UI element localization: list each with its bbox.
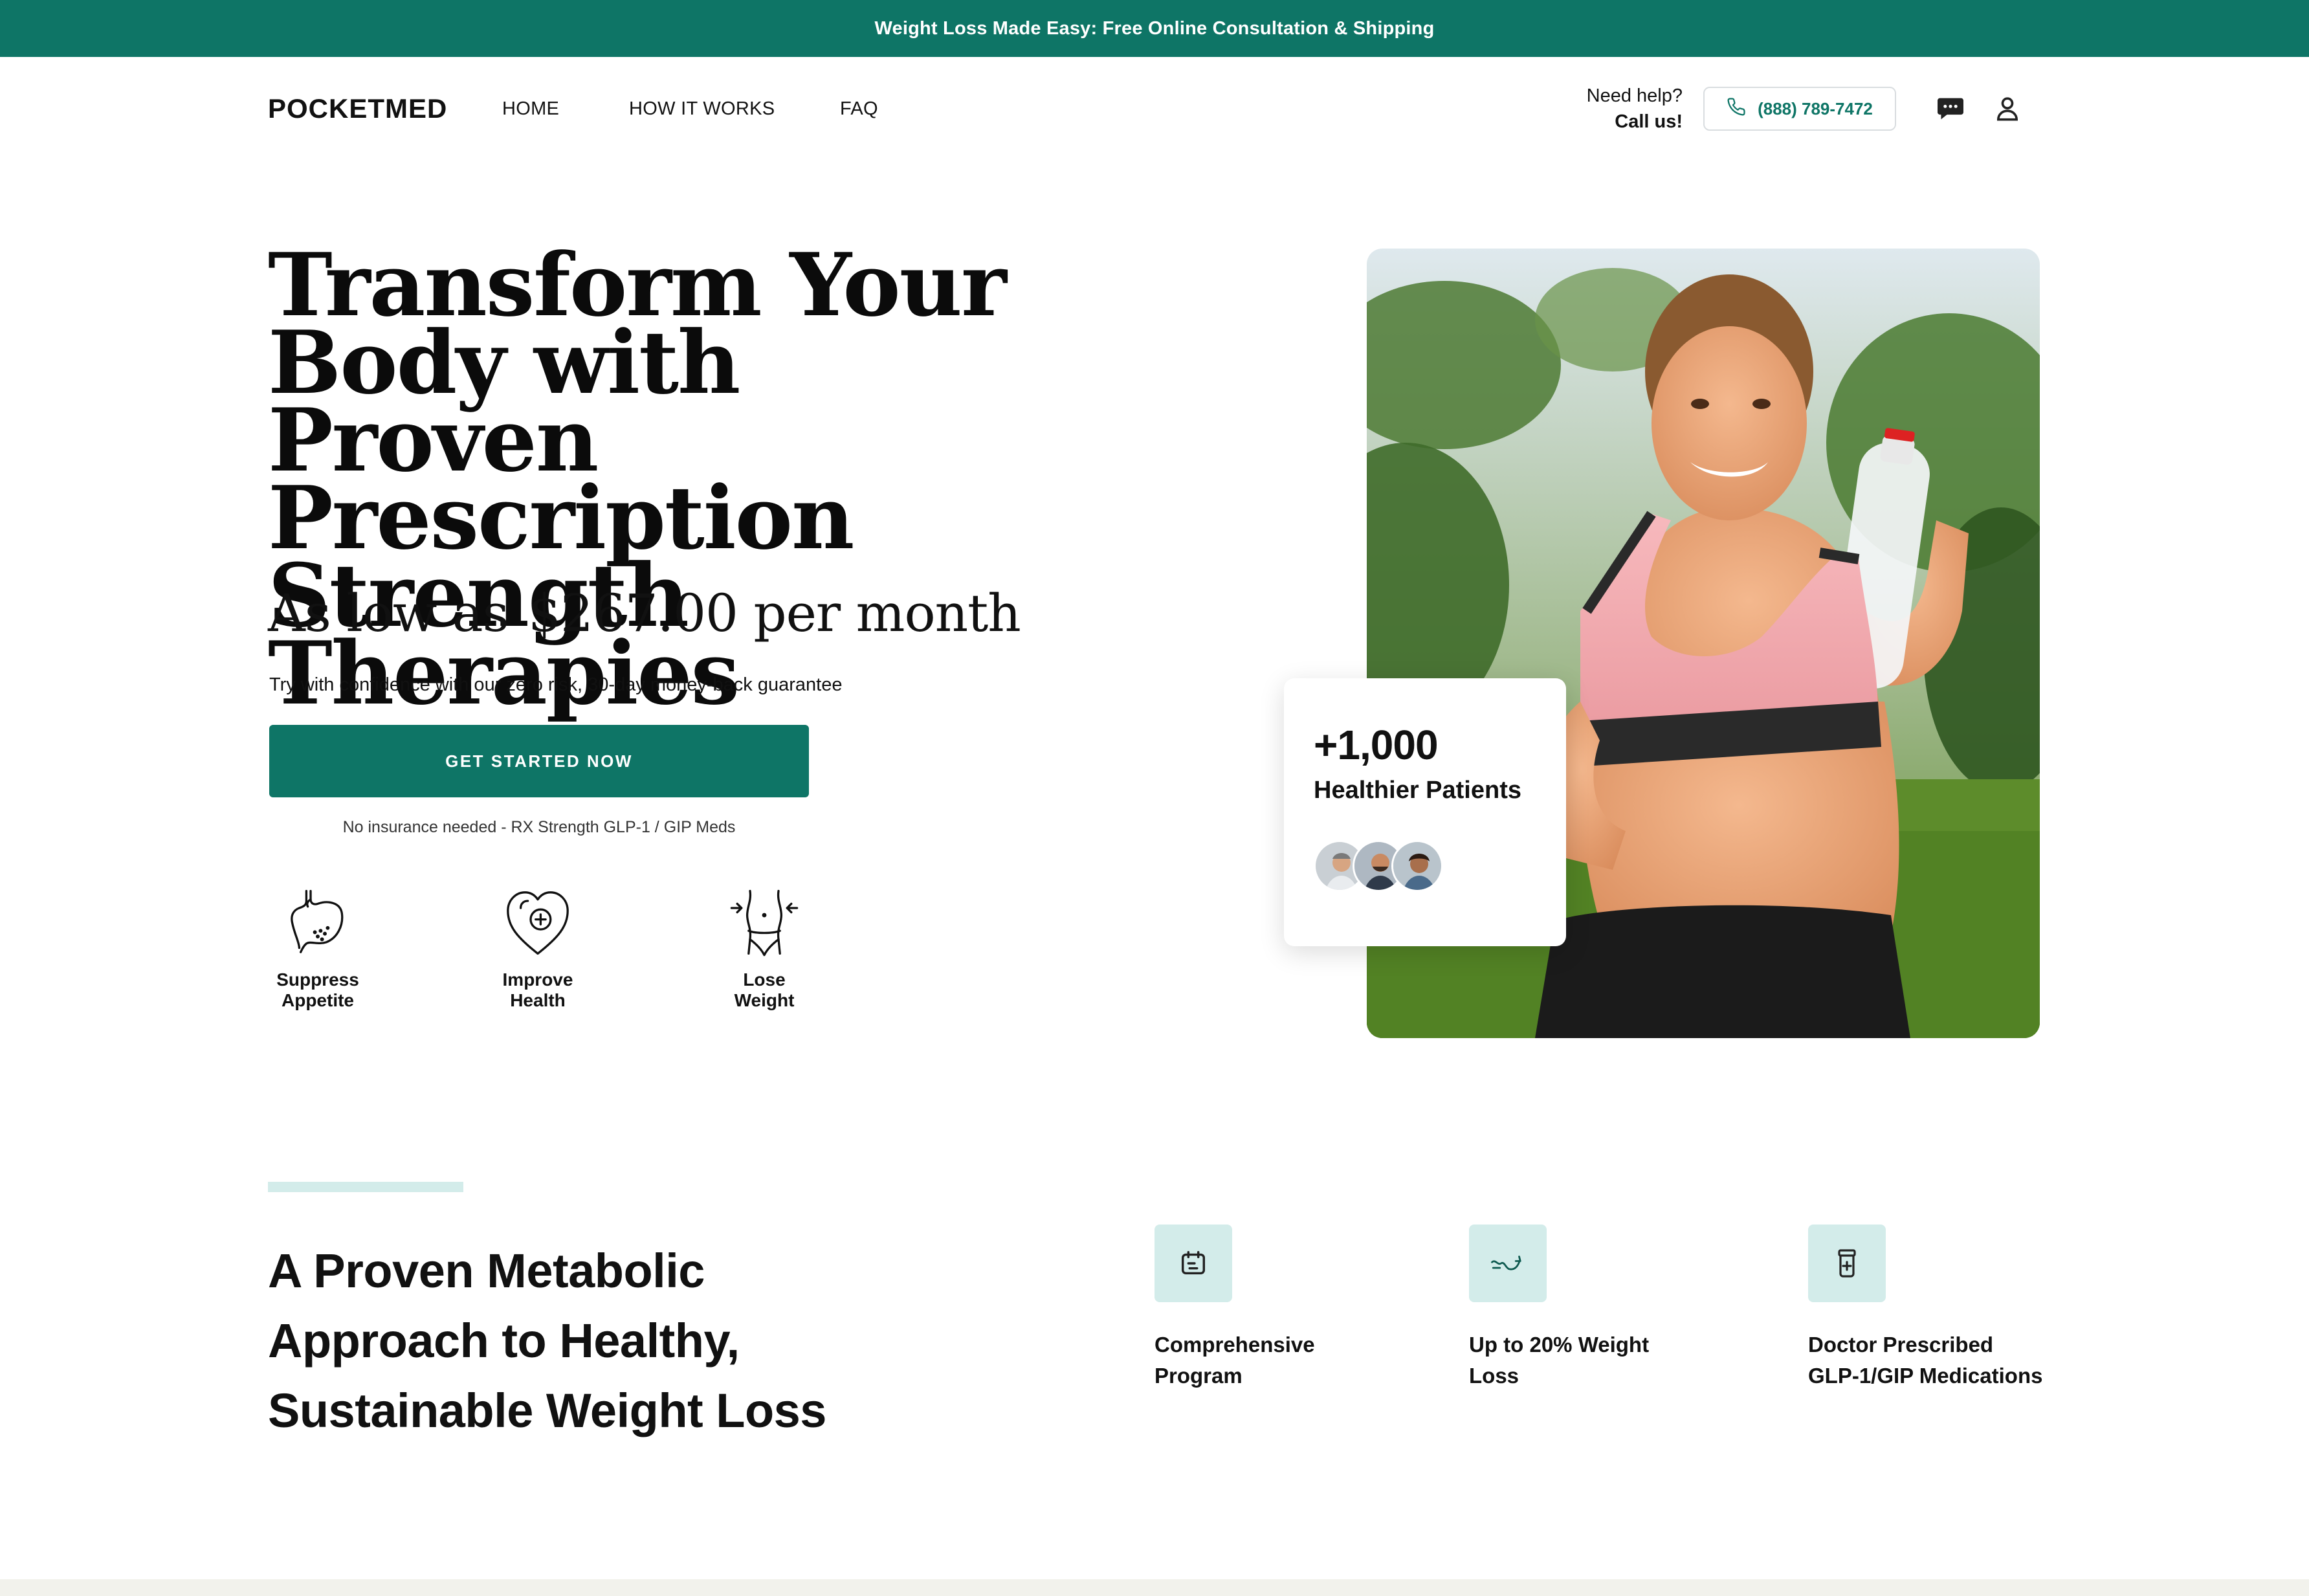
feature-weight-loss: Up to 20% Weight Loss: [1469, 1225, 1649, 1391]
benefit-label-line-1: Lose: [743, 970, 786, 990]
section-accent-bar: [268, 1182, 463, 1192]
scale-curve-icon: [1469, 1225, 1547, 1302]
nav-link-home[interactable]: HOME: [502, 98, 559, 120]
help-line-2: Call us!: [1615, 111, 1683, 132]
phone-number: (888) 789-7472: [1758, 98, 1873, 118]
cta-note: No insurance needed - RX Strength GLP-1 …: [342, 818, 736, 836]
promo-text: Weight Loss Made Easy: Free Online Consu…: [874, 17, 1435, 39]
phone-icon: [1727, 97, 1746, 121]
price-highlight: $267.00 per month: [524, 582, 1024, 645]
feature-label-line-2: Program: [1154, 1364, 1243, 1388]
help-text: Need help? Call us!: [1566, 83, 1683, 135]
benefit-lose-weight: Lose Weight: [709, 887, 819, 1011]
stats-card: +1,000 Healthier Patients: [1284, 678, 1566, 946]
heart-plus-icon: [502, 887, 573, 958]
feature-doctor-prescribed: Doctor Prescribed GLP-1/GIP Medications: [1808, 1225, 2042, 1391]
feature-comprehensive-program: Comprehensive Program: [1154, 1225, 1315, 1391]
benefit-label-line-1: Suppress: [276, 970, 359, 990]
price-line: As low as $267.00 per month: [268, 582, 1024, 645]
benefit-suppress-appetite: Suppress Appetite: [263, 887, 373, 1011]
benefit-label: Suppress Appetite: [263, 970, 373, 1011]
hero-title-line-2: Body with Proven: [268, 311, 740, 491]
section-title-line-3: Sustainable Weight Loss: [268, 1384, 826, 1437]
promo-banner: Weight Loss Made Easy: Free Online Consu…: [0, 0, 2309, 57]
next-section-edge: [0, 1579, 2309, 1596]
feature-label-line-1: Up to 20% Weight: [1469, 1333, 1650, 1357]
chat-icon[interactable]: [1935, 93, 1966, 124]
feature-label: Up to 20% Weight Loss: [1469, 1329, 1649, 1391]
section-title-line-1: A Proven Metabolic: [268, 1244, 705, 1298]
user-icon[interactable]: [1992, 93, 2023, 124]
section-title-line-2: Approach to Healthy,: [268, 1314, 740, 1368]
nav-link-how-it-works[interactable]: HOW IT WORKS: [629, 98, 775, 120]
stomach-icon: [282, 887, 353, 958]
benefit-label-line-2: Health: [510, 990, 566, 1010]
section-title: A Proven Metabolic Approach to Healthy, …: [268, 1236, 915, 1446]
feature-label-line-1: Doctor Prescribed: [1808, 1333, 1994, 1357]
feature-label: Doctor Prescribed GLP-1/GIP Medications: [1808, 1329, 2042, 1391]
price-prefix: As low as: [268, 583, 509, 643]
waist-icon: [729, 887, 800, 958]
pill-bottle-icon: [1808, 1225, 1886, 1302]
feature-label: Comprehensive Program: [1154, 1329, 1315, 1391]
guarantee-text: Try with confidence with our zero risk, …: [269, 674, 843, 695]
stats-number: +1,000: [1314, 722, 1439, 768]
avatar: [1391, 840, 1443, 892]
benefit-label-line-2: Appetite: [282, 990, 354, 1010]
benefit-label-line-1: Improve: [502, 970, 573, 990]
phone-button[interactable]: (888) 789-7472: [1703, 87, 1896, 131]
nav-link-faq[interactable]: FAQ: [840, 98, 878, 120]
benefit-label: Lose Weight: [709, 970, 819, 1011]
feature-label-line-2: GLP-1/GIP Medications: [1808, 1364, 2043, 1388]
help-line-1: Need help?: [1586, 85, 1683, 106]
calendar-icon: [1154, 1225, 1232, 1302]
feature-label-line-1: Comprehensive: [1154, 1333, 1315, 1357]
benefit-improve-health: Improve Health: [483, 887, 593, 1011]
logo[interactable]: POCKETMED: [268, 93, 447, 124]
benefit-label: Improve Health: [483, 970, 593, 1011]
feature-label-line-2: Loss: [1469, 1364, 1519, 1388]
top-navigation: POCKETMED HOME HOW IT WORKS FAQ Need hel…: [0, 57, 2309, 162]
get-started-button[interactable]: GET STARTED NOW: [269, 725, 809, 797]
benefit-label-line-2: Weight: [734, 990, 795, 1010]
stats-label: Healthier Patients: [1314, 777, 1521, 804]
